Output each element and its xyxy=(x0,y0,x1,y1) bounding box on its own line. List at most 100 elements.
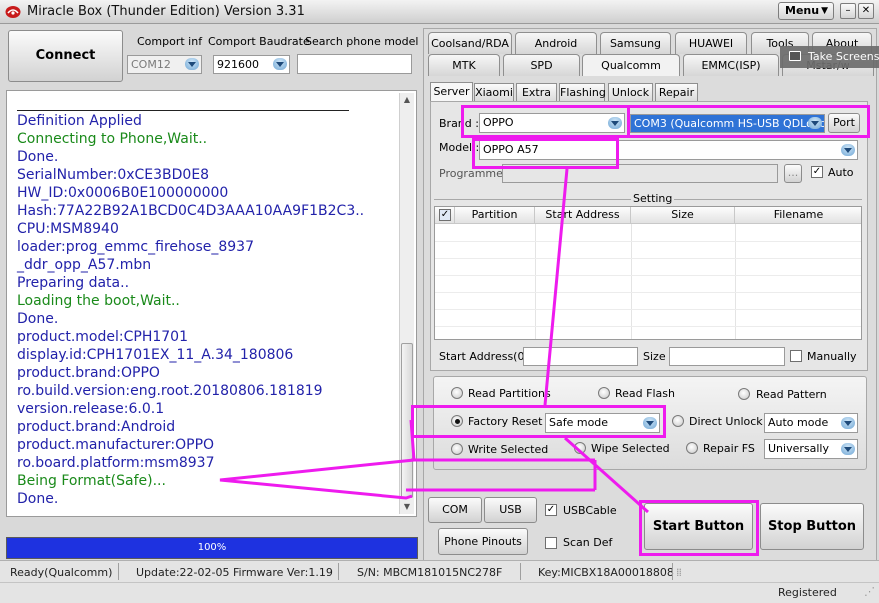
comport-inf-value: COM12 xyxy=(131,58,171,71)
repair-fs-mode-value: Universally xyxy=(768,442,829,455)
manually-checkbox[interactable] xyxy=(790,350,802,362)
title-bar: Miracle Box (Thunder Edition) Version 3.… xyxy=(0,0,879,24)
read-flash-radio[interactable] xyxy=(598,387,610,399)
minimize-button[interactable]: – xyxy=(840,3,856,19)
log-output: Definition Applied Connecting to Phone,Wa… xyxy=(6,90,417,517)
chevron-down-icon: ▼ xyxy=(821,6,828,16)
start-button-highlight xyxy=(639,500,759,556)
log-line: Connecting to Phone,Wait.. xyxy=(17,131,208,147)
write-selected-radio[interactable] xyxy=(451,443,463,455)
close-button[interactable]: ✕ xyxy=(858,3,874,19)
log-line: _ddr_opp_A57.mbn xyxy=(17,257,152,273)
status-serial: S/N: MBCM181015NC278F xyxy=(357,566,503,579)
read-flash-label: Read Flash xyxy=(615,387,675,400)
repair-fs-radio[interactable] xyxy=(686,442,698,454)
chevron-down-icon xyxy=(841,443,855,455)
scan-def-checkbox[interactable] xyxy=(545,537,557,549)
browse-button[interactable]: ... xyxy=(784,164,802,183)
search-model-input[interactable] xyxy=(297,54,412,74)
wipe-selected-label: Wipe Selected xyxy=(591,442,670,455)
registration-bar: Registered ⋰ xyxy=(0,582,879,603)
log-line: Definition Applied xyxy=(17,113,142,129)
log-line: CPU:MSM8940 xyxy=(17,221,119,237)
subtab-repair[interactable]: Repair xyxy=(655,83,698,101)
log-line: product.manufacturer:OPPO xyxy=(17,437,215,453)
column-header-size[interactable]: Size xyxy=(631,207,735,224)
chevron-down-icon xyxy=(841,417,855,429)
select-all-checkbox[interactable]: ✓ xyxy=(439,209,451,221)
menu-button[interactable]: Menu ▼ xyxy=(778,2,834,20)
read-partitions-radio[interactable] xyxy=(451,387,463,399)
tab-spd[interactable]: SPD xyxy=(503,54,580,76)
repair-fs-mode-select[interactable]: Universally xyxy=(764,439,858,459)
connect-button[interactable]: Connect Button xyxy=(8,30,123,113)
chevron-down-icon xyxy=(273,58,287,70)
log-line: Preparing data.. xyxy=(17,275,130,291)
phone-pinouts-button[interactable]: Phone Pinouts xyxy=(438,528,528,555)
log-line: Done. xyxy=(17,311,59,327)
com-scan-button[interactable]: COM Scan xyxy=(428,497,482,540)
comport-inf-select[interactable]: COM12 xyxy=(127,55,202,74)
size-input[interactable] xyxy=(669,347,785,366)
direct-unlock-mode-value: Auto mode xyxy=(768,416,829,429)
log-line: ro.board.platform:msm8937 xyxy=(17,455,215,471)
log-line: SerialNumber:0xCE3BD0E8 xyxy=(17,167,210,183)
log-line: Done. xyxy=(17,149,59,165)
tab-emmc-isp-[interactable]: EMMC(ISP) xyxy=(683,54,779,76)
scan-def-label: Scan Def xyxy=(563,536,613,549)
log-line: Being Format(Safe)... xyxy=(17,473,166,489)
subtab-unlock[interactable]: Unlock xyxy=(608,83,653,101)
subtab-server[interactable]: Server xyxy=(430,82,473,101)
tab-mtk[interactable]: MTK xyxy=(428,54,500,76)
comport-baudrate-label: Comport Baudrate xyxy=(208,35,310,48)
search-model-label: Search phone model xyxy=(305,35,419,48)
tab-huawei[interactable]: HUAWEI xyxy=(675,32,747,54)
grid-line xyxy=(435,241,861,242)
column-header-filename[interactable]: Filename xyxy=(735,207,861,224)
log-line: Done. xyxy=(17,491,59,507)
log-line: HW_ID:0x0006B0E100000000 xyxy=(17,185,229,201)
direct-unlock-radio[interactable] xyxy=(672,415,684,427)
start-address-input[interactable] xyxy=(523,347,638,366)
resize-grip-icon: ⁞⁞ xyxy=(676,566,682,579)
chevron-down-icon xyxy=(185,58,199,70)
comport-baudrate-value: 921600 xyxy=(217,58,259,71)
wipe-selected-radio[interactable] xyxy=(574,442,586,454)
setting-label: Setting xyxy=(631,192,675,205)
tab-android[interactable]: Android xyxy=(515,32,597,54)
comport-baudrate-select[interactable]: 921600 xyxy=(213,55,290,74)
scroll-up-icon[interactable]: ▲ xyxy=(400,93,414,107)
partition-table: ✓ Partition Start Address Size Filename xyxy=(434,206,862,340)
grid-line xyxy=(435,275,861,276)
log-scrollbar[interactable]: ▲ ▼ xyxy=(399,93,414,514)
direct-unlock-mode-select[interactable]: Auto mode xyxy=(764,413,858,433)
log-line: version.release:6.0.1 xyxy=(17,401,165,417)
log-divider xyxy=(17,110,349,111)
read-partitions-label: Read Partitions xyxy=(468,387,551,400)
status-key: Key:MICBX18A00018808 xyxy=(538,566,674,579)
auto-checkbox[interactable]: ✓ xyxy=(811,166,823,178)
column-header-partition[interactable]: Partition xyxy=(455,207,535,224)
tab-coolsand-rda[interactable]: Coolsand/RDA xyxy=(428,32,512,54)
grid-line xyxy=(435,292,861,293)
write-selected-label: Write Selected xyxy=(468,443,549,456)
usb-scan-button[interactable]: USB Scan xyxy=(484,497,537,540)
subtab-xiaomi[interactable]: Xiaomi xyxy=(474,83,514,101)
usb-cable-checkbox[interactable]: ✓ xyxy=(545,504,557,516)
read-pattern-radio[interactable] xyxy=(738,388,750,400)
column-header-start-address[interactable]: Start Address xyxy=(535,207,631,224)
subtab-extra[interactable]: Extra xyxy=(516,83,557,101)
log-line: loader:prog_emmc_firehose_8937 xyxy=(17,239,254,255)
status-update: Update:22-02-05 Firmware Ver:1.19 xyxy=(136,566,333,579)
usb-cable-label: USBCable xyxy=(563,504,617,517)
status-divider xyxy=(672,563,673,580)
subtab-flashing[interactable]: Flashing xyxy=(559,83,606,101)
tab-samsung[interactable]: Samsung xyxy=(600,32,671,54)
stop-button[interactable]: Stop Button xyxy=(760,503,864,550)
log-line: product.model:CPH1701 xyxy=(17,329,188,345)
select-all-header[interactable]: ✓ xyxy=(435,207,455,224)
registered-status: Registered xyxy=(778,586,837,599)
tab-qualcomm[interactable]: Qualcomm xyxy=(582,54,680,76)
start-address-label: Start Address(0x) xyxy=(439,350,536,363)
scroll-down-icon[interactable]: ▼ xyxy=(400,500,414,514)
